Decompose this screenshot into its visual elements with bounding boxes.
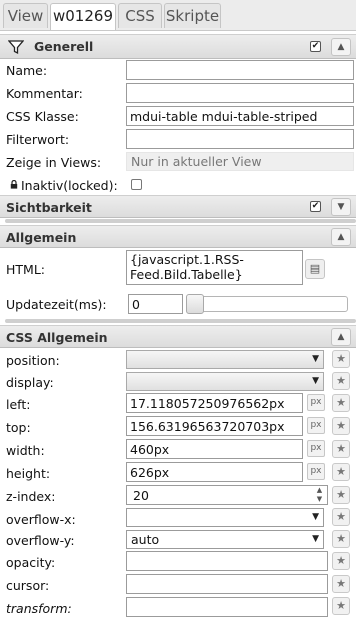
zeige-in-views-select[interactable]: Nur in aktueller View [126,152,354,171]
tab-bar: View w01269 CSS Skripte [0,0,356,31]
width-input[interactable] [126,439,303,459]
tab-view[interactable]: View [3,3,48,28]
section-divider [5,219,356,223]
star-icon[interactable]: ★ [332,350,350,368]
star-icon[interactable]: ★ [332,417,350,435]
section-divider [5,319,356,323]
star-icon[interactable]: ★ [332,394,350,412]
overflow-y-value: auto [131,532,160,547]
star-icon[interactable]: ★ [332,508,350,526]
star-icon[interactable]: ★ [332,463,350,481]
chevron-up-icon[interactable]: ▲ [331,38,351,56]
zeige-in-views-value: Nur in aktueller View [131,154,262,169]
section-title-allgemein: Allgemein [6,230,77,245]
updatezeit-label: Updatezeit(ms): [6,297,107,312]
filterwort-input[interactable] [126,129,354,149]
sichtbarkeit-toggle-checkbox[interactable]: ✔ [310,201,321,212]
position-label: position: [6,353,60,368]
chevron-down-icon[interactable]: ▼ [331,198,351,216]
section-header-allgemein[interactable]: Allgemein ▲ [0,225,356,248]
section-header-generell[interactable]: Generell ✔ ▲ [0,34,356,59]
section-title-sichtbarkeit: Sichtbarkeit [6,200,92,215]
transform-input[interactable] [126,597,328,617]
section-title-generell: Generell [34,39,94,54]
star-icon[interactable]: ★ [332,597,350,615]
overflow-x-label: overflow-x: [6,512,76,527]
top-label: top: [6,420,31,435]
width-label: width: [6,443,45,458]
filter-icon [8,40,24,55]
chevron-up-icon[interactable]: ▲ [331,328,351,346]
chevron-down-icon: ▼ [312,376,319,386]
cursor-input[interactable] [126,574,328,594]
updatezeit-input[interactable] [128,294,183,314]
display-select[interactable]: ▼ [126,372,324,391]
kommentar-input[interactable] [126,83,354,103]
height-unit-button[interactable]: px [307,463,325,480]
overflow-y-select[interactable]: auto ▼ [126,530,324,549]
opacity-input[interactable] [126,551,328,571]
chevron-down-icon: ▼ [312,534,319,544]
width-unit-button[interactable]: px [307,440,325,457]
section-header-css-allgemein[interactable]: CSS Allgemein ▲ [0,325,356,348]
star-icon[interactable]: ★ [332,575,350,593]
star-icon[interactable]: ★ [332,486,350,504]
z-index-input[interactable] [126,485,328,505]
position-select[interactable]: ▼ [126,350,324,369]
name-input[interactable] [126,60,354,80]
top-unit-button[interactable]: px [307,417,325,434]
left-unit-button[interactable]: px [307,394,325,411]
transform-label: transform: [6,601,72,616]
html-label: HTML: [6,262,45,277]
opacity-label: opacity: [6,555,56,570]
kommentar-label: Kommentar: [6,86,83,101]
star-icon[interactable]: ★ [332,440,350,458]
tab-css[interactable]: CSS [118,3,162,28]
section-header-sichtbarkeit[interactable]: Sichtbarkeit ✔ ▼ [0,195,356,218]
z-index-stepper[interactable]: ▲ ▼ [312,486,327,504]
left-label: left: [6,397,31,412]
height-input[interactable] [126,462,303,482]
tab-skripte[interactable]: Skripte [164,3,221,28]
tab-widget-id[interactable]: w01269 [50,3,116,30]
css-klasse-input[interactable] [126,106,354,126]
css-klasse-label: CSS Klasse: [6,109,79,124]
section-title-css-allgemein: CSS Allgemein [6,330,108,345]
generell-toggle-checkbox[interactable]: ✔ [310,41,321,52]
overflow-x-select[interactable]: ▼ [126,508,324,527]
star-icon[interactable]: ★ [332,552,350,570]
zeige-in-views-label: Zeige in Views: [6,155,102,170]
z-index-label: z-index: [6,489,56,504]
filterwort-label: Filterwort: [6,132,70,147]
updatezeit-slider-handle[interactable] [186,294,204,314]
inaktiv-label: Inaktiv(locked): [21,178,118,193]
updatezeit-slider[interactable] [186,296,348,312]
list-icon[interactable]: ▤ [305,259,325,279]
chevron-down-icon: ▼ [312,512,319,522]
chevron-down-icon: ▼ [312,354,319,364]
top-input[interactable] [126,416,303,436]
height-label: height: [6,466,51,481]
display-label: display: [6,375,54,390]
lock-icon [10,180,18,189]
star-icon[interactable]: ★ [332,372,350,390]
name-label: Name: [6,63,48,78]
html-textarea[interactable]: {javascript.1.RSS-Feed.Bild.Tabelle} [126,250,303,285]
star-icon[interactable]: ★ [332,530,350,548]
overflow-y-label: overflow-y: [6,533,75,548]
left-input[interactable] [126,393,303,413]
inaktiv-checkbox[interactable] [131,179,142,190]
chevron-up-icon[interactable]: ▲ [331,228,351,246]
cursor-label: cursor: [6,578,50,593]
